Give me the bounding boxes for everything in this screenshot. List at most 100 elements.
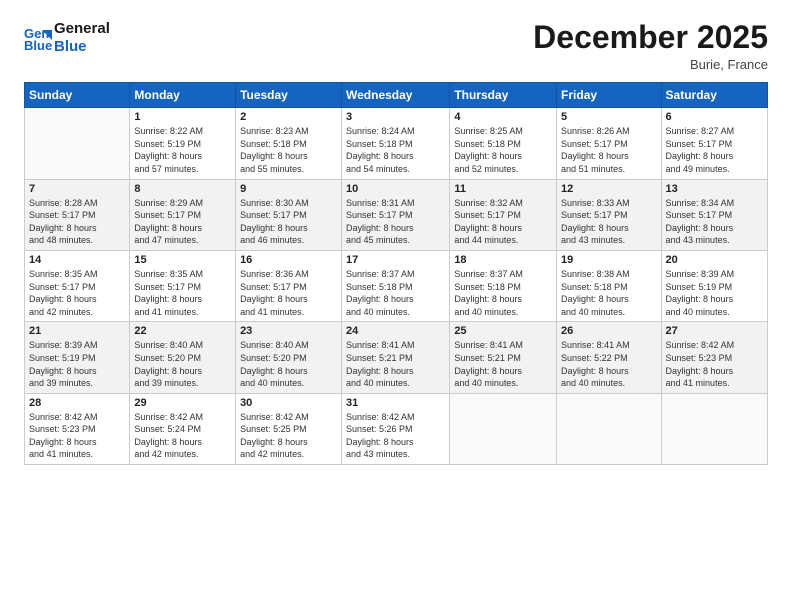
calendar-cell: 19 Sunrise: 8:38 AMSunset: 5:18 PMDayligh… (557, 250, 661, 321)
day-number: 28 (29, 397, 125, 409)
day-info: Sunrise: 8:40 AMSunset: 5:20 PMDaylight:… (134, 339, 231, 389)
day-number: 7 (29, 183, 125, 195)
calendar-cell: 18Sunrise: 8:37 AMSunset: 5:18 PMDayligh… (450, 250, 557, 321)
calendar-cell: 17 Sunrise: 8:37 AMSunset: 5:18 PMDayligh… (342, 250, 450, 321)
day-info: Sunrise: 8:35 AMSunset: 5:17 PMDaylight:… (29, 268, 125, 318)
day-info: Sunrise: 8:35 AMSunset: 5:17 PMDaylight:… (134, 268, 231, 318)
calendar-cell: 20 Sunrise: 8:39 AMSunset: 5:19 PMDayligh… (661, 250, 767, 321)
calendar-cell: 1Sunrise: 8:22 AMSunset: 5:19 PMDaylight… (130, 108, 236, 179)
location: Burie, France (533, 57, 768, 72)
day-info: Sunrise: 8:27 AMSunset: 5:17 PMDaylight:… (666, 125, 763, 175)
col-header-sunday: Sunday (25, 83, 130, 108)
calendar-cell: 7 Sunrise: 8:28 AMSunset: 5:17 PMDaylight… (25, 179, 130, 250)
day-number: 15 (134, 254, 231, 266)
calendar: SundayMondayTuesdayWednesdayThursdayFrid… (24, 82, 768, 465)
day-info: Sunrise: 8:41 AMSunset: 5:21 PMDaylight:… (346, 339, 445, 389)
day-info: Sunrise: 8:41 AMSunset: 5:22 PMDaylight:… (561, 339, 656, 389)
logo-line2: Blue (54, 38, 110, 56)
col-header-thursday: Thursday (450, 83, 557, 108)
month-title: December 2025 (533, 20, 768, 55)
calendar-cell (25, 108, 130, 179)
day-number: 8 (134, 183, 231, 195)
day-info: Sunrise: 8:30 AMSunset: 5:17 PMDaylight:… (240, 197, 337, 247)
day-info: Sunrise: 8:24 AMSunset: 5:18 PMDaylight:… (346, 125, 445, 175)
day-info: Sunrise: 8:42 AMSunset: 5:24 PMDaylight:… (134, 411, 231, 461)
day-number: 30 (240, 397, 337, 409)
day-info: Sunrise: 8:23 AMSunset: 5:18 PMDaylight:… (240, 125, 337, 175)
calendar-cell: 6 Sunrise: 8:27 AMSunset: 5:17 PMDaylight… (661, 108, 767, 179)
day-info: Sunrise: 8:39 AMSunset: 5:19 PMDaylight:… (666, 268, 763, 318)
col-header-monday: Monday (130, 83, 236, 108)
calendar-cell: 2 Sunrise: 8:23 AMSunset: 5:18 PMDaylight… (236, 108, 342, 179)
col-header-friday: Friday (557, 83, 661, 108)
day-number: 20 (666, 254, 763, 266)
calendar-cell: 9 Sunrise: 8:30 AMSunset: 5:17 PMDaylight… (236, 179, 342, 250)
day-number: 23 (240, 325, 337, 337)
calendar-cell: 23 Sunrise: 8:40 AMSunset: 5:20 PMDayligh… (236, 322, 342, 393)
calendar-cell: 29 Sunrise: 8:42 AMSunset: 5:24 PMDayligh… (130, 393, 236, 464)
day-info: Sunrise: 8:42 AMSunset: 5:25 PMDaylight:… (240, 411, 337, 461)
day-number: 11 (454, 183, 552, 195)
day-number: 19 (561, 254, 656, 266)
day-number: 29 (134, 397, 231, 409)
day-info: Sunrise: 8:36 AMSunset: 5:17 PMDaylight:… (240, 268, 337, 318)
day-number: 25 (454, 325, 552, 337)
calendar-cell: 16 Sunrise: 8:36 AMSunset: 5:17 PMDayligh… (236, 250, 342, 321)
calendar-cell: 5 Sunrise: 8:26 AMSunset: 5:17 PMDaylight… (557, 108, 661, 179)
calendar-cell: 12Sunrise: 8:33 AMSunset: 5:17 PMDayligh… (557, 179, 661, 250)
calendar-cell: 22 Sunrise: 8:40 AMSunset: 5:20 PMDayligh… (130, 322, 236, 393)
calendar-cell (661, 393, 767, 464)
day-info: Sunrise: 8:34 AMSunset: 5:17 PMDaylight:… (666, 197, 763, 247)
logo-line1: General (54, 20, 110, 38)
day-number: 9 (240, 183, 337, 195)
day-info: Sunrise: 8:40 AMSunset: 5:20 PMDaylight:… (240, 339, 337, 389)
calendar-cell: 26Sunrise: 8:41 AMSunset: 5:22 PMDayligh… (557, 322, 661, 393)
svg-text:Blue: Blue (24, 38, 52, 52)
day-number: 5 (561, 111, 656, 123)
day-info: Sunrise: 8:38 AMSunset: 5:18 PMDaylight:… (561, 268, 656, 318)
day-info: Sunrise: 8:26 AMSunset: 5:17 PMDaylight:… (561, 125, 656, 175)
calendar-cell: 4 Sunrise: 8:25 AMSunset: 5:18 PMDaylight… (450, 108, 557, 179)
col-header-saturday: Saturday (661, 83, 767, 108)
calendar-cell (557, 393, 661, 464)
calendar-cell: 15 Sunrise: 8:35 AMSunset: 5:17 PMDayligh… (130, 250, 236, 321)
col-header-tuesday: Tuesday (236, 83, 342, 108)
day-number: 3 (346, 111, 445, 123)
day-info: Sunrise: 8:41 AMSunset: 5:21 PMDaylight:… (454, 339, 552, 389)
day-number: 16 (240, 254, 337, 266)
day-number: 4 (454, 111, 552, 123)
day-number: 12 (561, 183, 656, 195)
logo: General Blue General Blue (24, 20, 110, 56)
day-info: Sunrise: 8:29 AMSunset: 5:17 PMDaylight:… (134, 197, 231, 247)
calendar-cell: 8 Sunrise: 8:29 AMSunset: 5:17 PMDaylight… (130, 179, 236, 250)
day-number: 21 (29, 325, 125, 337)
day-number: 10 (346, 183, 445, 195)
page: General Blue General Blue December 2025 … (0, 0, 792, 612)
calendar-cell: 21 Sunrise: 8:39 AMSunset: 5:19 PMDayligh… (25, 322, 130, 393)
day-info: Sunrise: 8:28 AMSunset: 5:17 PMDaylight:… (29, 197, 125, 247)
title-block: December 2025 Burie, France (533, 20, 768, 72)
day-info: Sunrise: 8:37 AMSunset: 5:18 PMDaylight:… (346, 268, 445, 318)
day-number: 1 (134, 111, 231, 123)
day-number: 18 (454, 254, 552, 266)
calendar-cell: 14Sunrise: 8:35 AMSunset: 5:17 PMDayligh… (25, 250, 130, 321)
calendar-cell: 31Sunrise: 8:42 AMSunset: 5:26 PMDayligh… (342, 393, 450, 464)
day-number: 27 (666, 325, 763, 337)
day-number: 22 (134, 325, 231, 337)
day-info: Sunrise: 8:31 AMSunset: 5:17 PMDaylight:… (346, 197, 445, 247)
day-number: 17 (346, 254, 445, 266)
day-number: 2 (240, 111, 337, 123)
day-info: Sunrise: 8:42 AMSunset: 5:26 PMDaylight:… (346, 411, 445, 461)
calendar-cell: 28 Sunrise: 8:42 AMSunset: 5:23 PMDayligh… (25, 393, 130, 464)
calendar-cell: 11Sunrise: 8:32 AMSunset: 5:17 PMDayligh… (450, 179, 557, 250)
calendar-cell: 24Sunrise: 8:41 AMSunset: 5:21 PMDayligh… (342, 322, 450, 393)
calendar-cell: 25 Sunrise: 8:41 AMSunset: 5:21 PMDayligh… (450, 322, 557, 393)
header: General Blue General Blue December 2025 … (24, 20, 768, 72)
day-number: 13 (666, 183, 763, 195)
day-info: Sunrise: 8:25 AMSunset: 5:18 PMDaylight:… (454, 125, 552, 175)
day-info: Sunrise: 8:42 AMSunset: 5:23 PMDaylight:… (29, 411, 125, 461)
day-info: Sunrise: 8:39 AMSunset: 5:19 PMDaylight:… (29, 339, 125, 389)
day-number: 6 (666, 111, 763, 123)
calendar-cell (450, 393, 557, 464)
calendar-cell: 13 Sunrise: 8:34 AMSunset: 5:17 PMDayligh… (661, 179, 767, 250)
